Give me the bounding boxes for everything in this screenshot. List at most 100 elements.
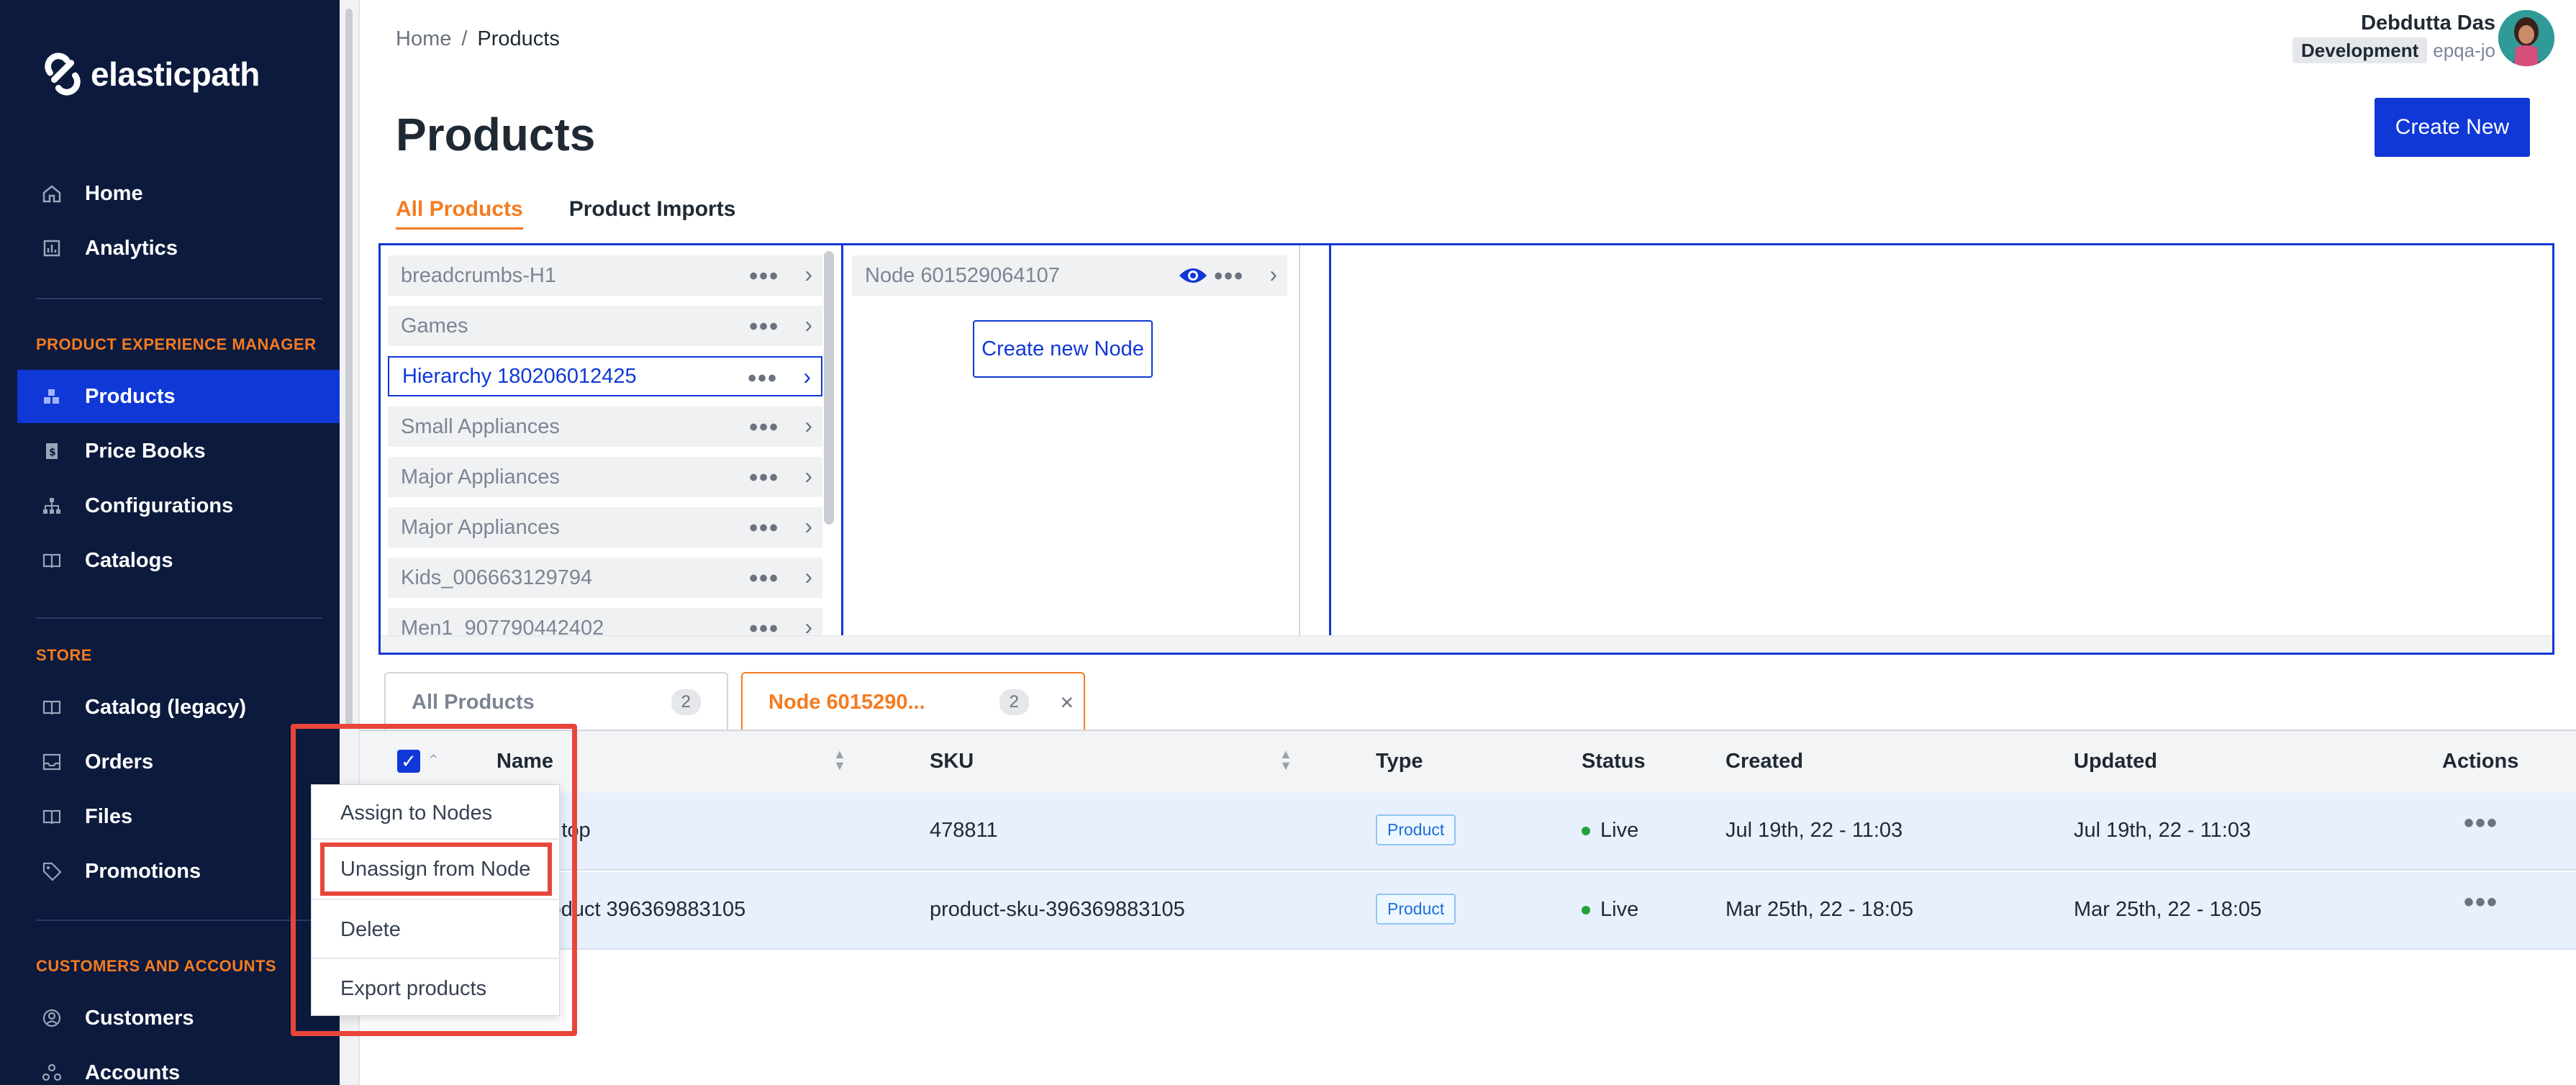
table-row[interactable]: roduct 396369883105 product-sku-39636988… [360, 872, 2576, 950]
user-circle-icon [40, 1007, 63, 1030]
count-badge: 2 [671, 689, 701, 715]
sidebar-item-accounts[interactable]: Accounts [17, 1046, 340, 1085]
close-icon[interactable]: × [1060, 689, 1074, 716]
tag-icon [40, 860, 63, 883]
more-options-icon[interactable]: ••• [749, 514, 779, 542]
sort-icon[interactable]: ▲ ▼ [1279, 748, 1292, 772]
more-options-icon[interactable]: ••• [749, 414, 779, 442]
column-divider [1299, 245, 1300, 635]
user-menu[interactable]: Debdutta Das Development epqa-jo [2292, 12, 2495, 63]
status-text: Live [1600, 898, 1639, 921]
more-options-icon[interactable]: ••• [749, 464, 779, 492]
chevron-right-icon[interactable]: › [804, 412, 812, 439]
chevron-right-icon[interactable]: › [1269, 261, 1277, 288]
chart-icon [40, 237, 63, 260]
sidebar-item-configurations[interactable]: Configurations [17, 479, 340, 532]
tab-all-products[interactable]: All Products [396, 197, 523, 230]
brand-logo[interactable]: elasticpath [40, 52, 260, 96]
hierarchy-item-selected[interactable]: Hierarchy 180206012425 ••• › [388, 356, 822, 396]
more-options-icon[interactable]: ••• [749, 565, 779, 593]
create-new-node-button[interactable]: Create new Node [973, 320, 1153, 378]
breadcrumb-current: Products [477, 27, 560, 50]
chevron-right-icon[interactable]: › [804, 312, 812, 338]
chevron-right-icon[interactable]: › [804, 261, 812, 288]
sidebar-item-products[interactable]: Products [17, 370, 340, 423]
sidebar-item-catalogs[interactable]: Catalogs [17, 534, 340, 587]
avatar[interactable] [2498, 10, 2554, 66]
tab-product-imports[interactable]: Product Imports [569, 197, 736, 230]
product-tab-node[interactable]: Node 6015290... 2 × [741, 672, 1085, 731]
column-header-sku[interactable]: SKU [930, 750, 974, 773]
inbox-icon [40, 750, 63, 773]
hierarchy-browser: breadcrumbs-H1 ••• › Games ••• › Hierarc… [378, 243, 2554, 655]
more-options-icon[interactable]: ••• [749, 313, 779, 341]
hierarchy-item-label: Major Appliances [401, 515, 560, 539]
more-options-icon[interactable]: ••• [1214, 263, 1244, 291]
hierarchy-item[interactable]: Men1_907790442402 ••• › [388, 608, 822, 635]
breadcrumb-home-link[interactable]: Home [396, 27, 451, 50]
bulk-actions-menu: Assign to Nodes Unassign from Node Delet… [311, 784, 561, 1017]
chevron-right-icon[interactable]: › [804, 513, 812, 540]
hierarchy-scrollbar[interactable] [824, 251, 834, 525]
sidebar-item-home[interactable]: Home [17, 167, 340, 220]
sidebar-item-price-books[interactable]: $ Price Books [17, 425, 340, 478]
node-item-label: Node 601529064107 [865, 263, 1060, 287]
sidebar-item-label: Files [85, 804, 133, 828]
horizontal-scrollbar[interactable] [381, 635, 2552, 653]
more-options-icon[interactable]: ••• [748, 365, 778, 393]
column-header-created: Created [1725, 750, 1803, 773]
table-row[interactable]: ng top 478811 Product Live Jul 19th, 22 … [360, 793, 2576, 871]
hierarchy-item[interactable]: Small Appliances ••• › [388, 407, 822, 447]
sort-icon[interactable]: ▲ ▼ [833, 748, 846, 772]
chevron-right-icon[interactable]: › [803, 363, 811, 390]
hierarchy-item-label: Hierarchy 180206012425 [402, 364, 637, 388]
product-tab-all[interactable]: All Products 2 [384, 672, 728, 731]
more-options-icon[interactable]: ••• [2464, 886, 2498, 919]
scrollbar-thumb[interactable] [345, 9, 353, 728]
chevron-right-icon[interactable]: › [804, 614, 812, 635]
sidebar-item-analytics[interactable]: Analytics [17, 222, 340, 275]
brand-name: elasticpath [91, 55, 260, 93]
sitemap-icon [40, 494, 63, 517]
node-item[interactable]: Node 601529064107 ••• › [852, 255, 1287, 296]
menu-divider [312, 838, 561, 840]
user-name: Debdutta Das [2361, 12, 2495, 35]
menu-divider [312, 958, 561, 959]
menu-item-unassign-from-node[interactable]: Unassign from Node [320, 843, 552, 896]
menu-item-export-products[interactable]: Export products [312, 961, 561, 1017]
hierarchy-item-label: Small Appliances [401, 414, 560, 438]
sidebar-divider [36, 298, 322, 299]
breadcrumb-separator: / [461, 27, 468, 50]
node-column: Node 601529064107 ••• › Create new Node [843, 245, 1300, 635]
cell-updated: Mar 25th, 22 - 18:05 [2074, 898, 2262, 921]
hierarchy-item[interactable]: Games ••• › [388, 306, 822, 346]
page-title: Products [396, 109, 596, 160]
cell-sku: 478811 [930, 819, 998, 842]
hierarchy-item[interactable]: Major Appliances ••• › [388, 457, 822, 497]
menu-item-delete[interactable]: Delete [312, 902, 561, 958]
sidebar-item-label: Promotions [85, 859, 201, 883]
more-options-icon[interactable]: ••• [749, 615, 779, 635]
hierarchy-item[interactable]: Kids_006663129794 ••• › [388, 558, 822, 598]
sidebar-item-label: Orders [85, 750, 154, 773]
elasticpath-logo-icon [45, 53, 81, 96]
type-badge: Product [1376, 894, 1456, 925]
cell-status: Live [1582, 819, 1638, 843]
column-header-status: Status [1582, 750, 1646, 773]
chevron-right-icon[interactable]: › [804, 563, 812, 590]
create-new-button[interactable]: Create New [2375, 98, 2530, 157]
price-book-icon: $ [40, 440, 63, 463]
eye-icon[interactable] [1178, 264, 1208, 287]
section-title-pxm: PRODUCT EXPERIENCE MANAGER [36, 335, 317, 353]
sidebar-divider [36, 920, 322, 921]
sidebar-item-label: Products [85, 384, 176, 408]
chevron-right-icon[interactable]: › [804, 463, 812, 489]
column-header-type: Type [1376, 750, 1423, 773]
breadcrumb: Home / Products [396, 27, 560, 51]
menu-item-assign-to-nodes[interactable]: Assign to Nodes [312, 785, 561, 841]
more-options-icon[interactable]: ••• [749, 263, 779, 291]
column-header-updated: Updated [2074, 750, 2157, 773]
hierarchy-item[interactable]: Major Appliances ••• › [388, 507, 822, 548]
more-options-icon[interactable]: ••• [2464, 807, 2498, 840]
hierarchy-item[interactable]: breadcrumbs-H1 ••• › [388, 255, 822, 296]
